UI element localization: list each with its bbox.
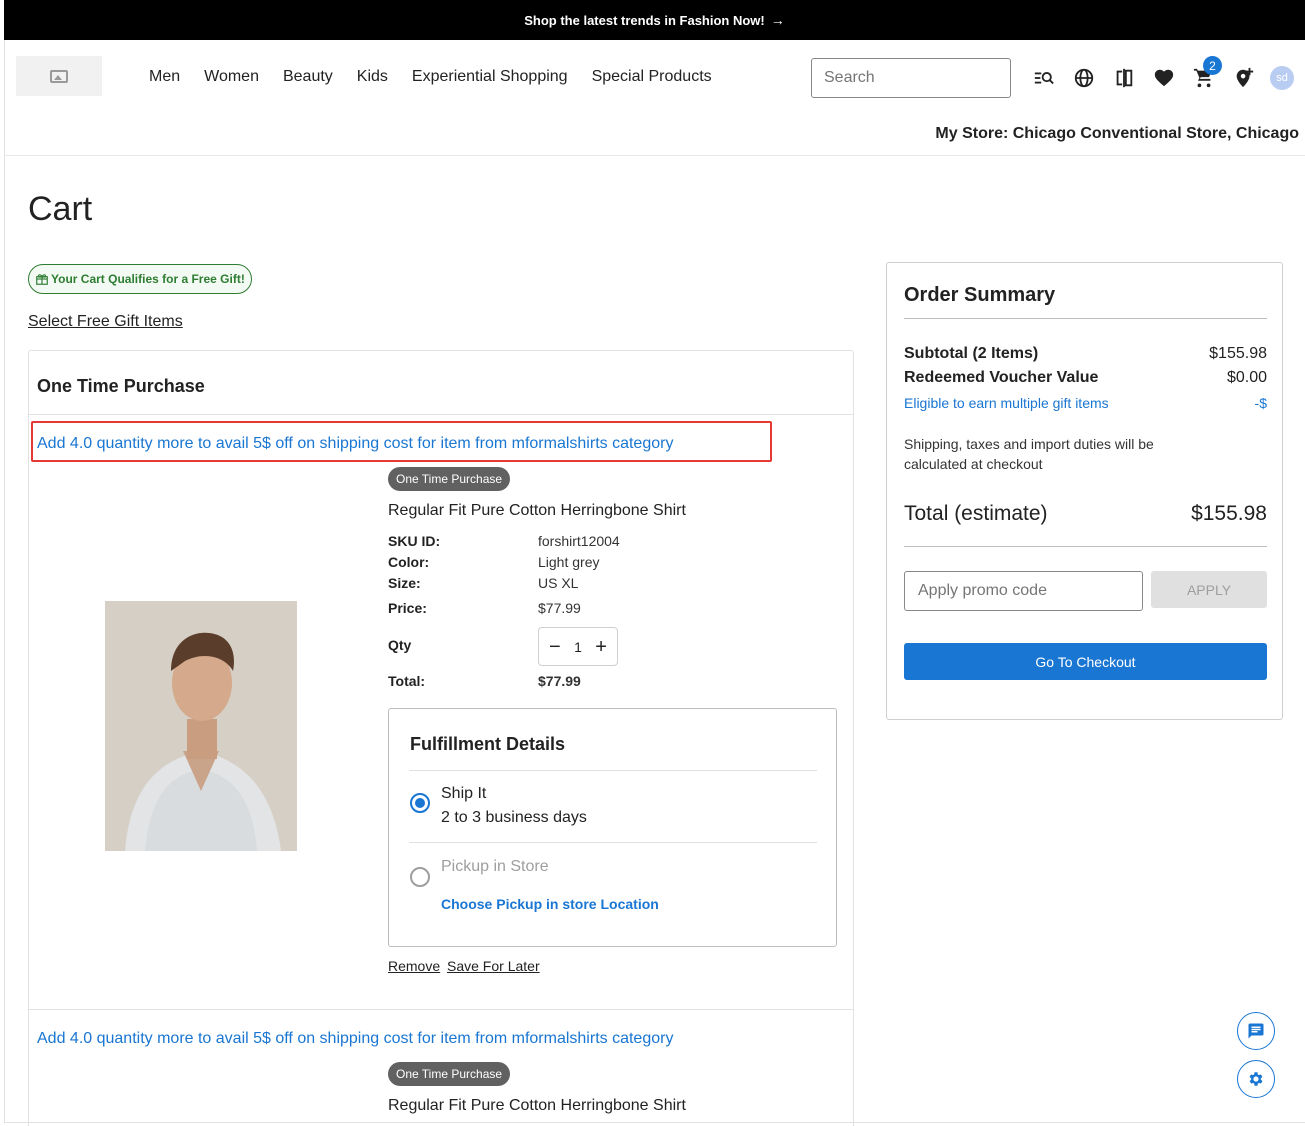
select-free-gift-link[interactable]: Select Free Gift Items xyxy=(28,313,183,331)
price-value: $77.99 xyxy=(538,600,581,616)
ship-it-radio[interactable] xyxy=(410,793,430,813)
nav-item-women[interactable]: Women xyxy=(204,68,259,86)
sku-value: forshirt12004 xyxy=(538,533,620,549)
avatar[interactable]: sd xyxy=(1270,66,1294,90)
total-value: $77.99 xyxy=(538,673,581,689)
pickup-in-store-radio[interactable] xyxy=(410,867,430,887)
gift-icon xyxy=(36,274,48,285)
highlight-box xyxy=(31,421,772,462)
compare-icon[interactable] xyxy=(1104,62,1144,94)
shipping-promo-message: Add 4.0 quantity more to avail 5$ off on… xyxy=(37,1030,674,1047)
subtotal-value: $155.98 xyxy=(1209,345,1267,362)
promo-banner[interactable]: Shop the latest trends in Fashion Now! → xyxy=(4,0,1305,40)
size-value: US XL xyxy=(538,575,579,591)
total-row: Total (estimate) $155.98 xyxy=(904,502,1267,526)
chat-icon xyxy=(1248,1023,1264,1039)
settings-button[interactable] xyxy=(1237,1060,1275,1098)
heart-icon[interactable] xyxy=(1144,62,1184,94)
page-title: Cart xyxy=(28,190,93,228)
voucher-value: $0.00 xyxy=(1226,369,1267,386)
order-summary-card: Order Summary Subtotal (2 Items) $155.98… xyxy=(886,262,1283,720)
ship-it-label: Ship It xyxy=(441,785,487,802)
main-nav: Men Women Beauty Kids Experiential Shopp… xyxy=(149,68,736,86)
apply-promo-button[interactable]: APPLY xyxy=(1151,571,1267,608)
globe-icon[interactable] xyxy=(1064,62,1104,94)
minus-icon[interactable]: − xyxy=(549,637,561,657)
go-to-checkout-button[interactable]: Go To Checkout xyxy=(904,643,1267,680)
purchase-type-pill: One Time Purchase xyxy=(388,1062,511,1086)
total-label: Total: xyxy=(388,673,426,689)
promo-banner-text: Shop the latest trends in Fashion Now! xyxy=(524,12,765,28)
nav-item-special-products[interactable]: Special Products xyxy=(592,68,712,86)
store-selector[interactable]: My Store: Chicago Conventional Store, Ch… xyxy=(935,125,1299,143)
fulfillment-title: Fulfillment Details xyxy=(410,734,566,754)
free-gift-badge: Your Cart Qualifies for a Free Gift! xyxy=(28,264,252,294)
divider xyxy=(904,546,1267,547)
divider xyxy=(409,770,817,771)
price-label: Price: xyxy=(388,600,427,616)
plus-icon[interactable]: + xyxy=(595,637,607,657)
remove-link[interactable]: Remove xyxy=(388,958,440,974)
product-image[interactable] xyxy=(105,601,297,851)
add-location-icon[interactable] xyxy=(1224,62,1264,94)
quantity-value: 1 xyxy=(574,638,582,655)
product-name[interactable]: Regular Fit Pure Cotton Herringbone Shir… xyxy=(388,1097,686,1115)
product-name[interactable]: Regular Fit Pure Cotton Herringbone Shir… xyxy=(388,502,686,520)
gift-items-value: -$ xyxy=(1254,395,1267,411)
quantity-stepper: − 1 + xyxy=(538,627,618,666)
gift-items-label: Eligible to earn multiple gift items xyxy=(904,395,1109,411)
divider xyxy=(904,318,1267,319)
subtotal-row: Subtotal (2 Items) $155.98 xyxy=(904,345,1267,363)
nav-item-men[interactable]: Men xyxy=(149,68,180,86)
divider xyxy=(409,842,817,843)
site-logo[interactable] xyxy=(16,56,102,96)
total-label: Total (estimate) xyxy=(904,502,1048,525)
search-input[interactable] xyxy=(811,58,1011,98)
fulfillment-details-card: Fulfillment Details Ship It 2 to 3 busin… xyxy=(388,708,837,947)
size-label: Size: xyxy=(388,575,421,591)
subtotal-label: Subtotal (2 Items) xyxy=(904,345,1039,362)
cart-icon[interactable]: 2 xyxy=(1184,56,1224,94)
qty-label: Qty xyxy=(388,637,412,653)
color-label: Color: xyxy=(388,554,430,570)
ship-it-duration: 2 to 3 business days xyxy=(441,809,587,826)
promo-code-input[interactable] xyxy=(904,571,1143,611)
divider xyxy=(29,1009,853,1010)
nav-item-kids[interactable]: Kids xyxy=(357,68,388,86)
nav-item-experiential-shopping[interactable]: Experiential Shopping xyxy=(412,68,568,86)
gear-icon xyxy=(1249,1072,1263,1086)
sku-label: SKU ID: xyxy=(388,533,441,549)
free-gift-badge-text: Your Cart Qualifies for a Free Gift! xyxy=(51,272,245,286)
choose-pickup-location-link[interactable]: Choose Pickup in store Location xyxy=(441,896,659,912)
arrow-right-icon: → xyxy=(770,12,785,28)
order-summary-title: Order Summary xyxy=(904,284,1056,306)
purchase-type-pill: One Time Purchase xyxy=(388,467,511,491)
pickup-in-store-label: Pickup in Store xyxy=(441,858,549,875)
cart-count-badge: 2 xyxy=(1203,56,1222,75)
section-title: One Time Purchase xyxy=(37,376,205,396)
nav-item-beauty[interactable]: Beauty xyxy=(283,68,333,86)
site-header: Men Women Beauty Kids Experiential Shopp… xyxy=(4,40,1305,156)
header-icons: 2 sd xyxy=(1024,56,1294,94)
image-placeholder-icon xyxy=(50,69,68,83)
checkout-note: Shipping, taxes and import duties will b… xyxy=(904,436,1154,472)
total-value: $155.98 xyxy=(1191,502,1267,525)
voucher-label: Redeemed Voucher Value xyxy=(904,369,1099,386)
chat-button[interactable] xyxy=(1237,1012,1275,1050)
save-for-later-link[interactable]: Save For Later xyxy=(447,958,540,974)
advanced-search-icon[interactable] xyxy=(1024,62,1064,94)
gift-items-row[interactable]: Eligible to earn multiple gift items -$ xyxy=(904,395,1267,411)
voucher-row: Redeemed Voucher Value $0.00 xyxy=(904,369,1267,387)
divider xyxy=(29,414,853,415)
color-value: Light grey xyxy=(538,554,600,570)
